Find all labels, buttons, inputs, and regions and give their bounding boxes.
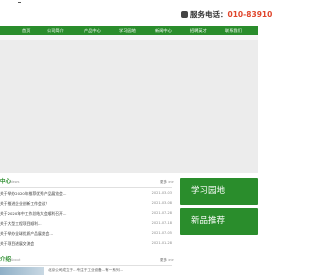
news-item[interactable]: 关于项目进展交流会 2021-01-28 [0, 239, 172, 248]
nav-item-about[interactable]: 公司简介 [47, 26, 64, 35]
promo-new-products[interactable]: 新品推荐 [180, 208, 258, 235]
news-item-title[interactable]: 关于推进企业创新工作会议！ [0, 199, 49, 208]
news-more-link[interactable]: 更多 >> [160, 178, 174, 187]
news-item[interactable]: 关于举办2020年推荐优秀产品展览会... 2021-03-03 [0, 189, 172, 198]
nav-item-home[interactable]: 首页 [22, 26, 30, 35]
news-item-title[interactable]: 关于项目进展交流会 [0, 239, 34, 248]
nav-item-learning[interactable]: 学习园地 [119, 26, 136, 35]
main-nav: 首页 公司简介 产品中心 学习园地 新闻中心 招聘英才 联系我们 [0, 26, 258, 35]
news-item-title[interactable]: 关于大型工程项目顺利... [0, 219, 42, 228]
news-item-title[interactable]: 关于2020年中工作总结大会顺利召开... [0, 209, 66, 218]
news-item-date: 2021-01-28 [151, 241, 172, 245]
news-item[interactable]: 关于大型工程项目顺利... 2021-07-18 [0, 219, 172, 228]
news-item-date: 2021-03-08 [151, 201, 172, 205]
hotline: 服务电话： 010-83910 [181, 9, 272, 20]
about-section-subtitle: About [10, 258, 21, 262]
promo-learning-label: 学习园地 [191, 186, 226, 196]
hotline-label: 服务电话： [190, 10, 228, 19]
news-item[interactable]: 关于2020年中工作总结大会顺利召开... 2021-07-28 [0, 209, 172, 218]
about-header [0, 256, 172, 266]
nav-item-news[interactable]: 新闻中心 [155, 26, 172, 35]
phone-icon [181, 11, 188, 18]
nav-item-products[interactable]: 产品中心 [84, 26, 101, 35]
news-item-date: 2021-03-03 [151, 191, 172, 195]
hotline-number: 010-83910 [227, 10, 273, 19]
news-item-date: 2021-07-28 [151, 211, 172, 215]
top-mark [18, 2, 21, 3]
about-more-link[interactable]: 更多 >> [160, 256, 174, 265]
nav-item-contact[interactable]: 联系我们 [225, 26, 242, 35]
news-item-date: 2021-07-18 [151, 221, 172, 225]
banner-top-strip [0, 35, 258, 40]
promo-learning[interactable]: 学习园地 [180, 178, 258, 205]
nav-item-jobs[interactable]: 招聘英才 [190, 26, 207, 35]
promo-new-products-label: 新品推荐 [191, 216, 226, 226]
news-item-date: 2021-07-05 [151, 231, 172, 235]
banner [0, 35, 258, 173]
news-item-title[interactable]: 关于举办2020年推荐优秀产品展览会... [0, 189, 66, 198]
news-item[interactable]: 关于举办全球优质产品展览会... 2021-07-05 [0, 229, 172, 238]
news-section-subtitle: News [10, 180, 20, 184]
about-text: 北京公司成立于...专注于工业设备...有一系列... [48, 268, 123, 272]
news-header [0, 178, 172, 188]
news-item-title[interactable]: 关于举办全球优质产品展览会... [0, 229, 53, 238]
news-item[interactable]: 关于推进企业创新工作会议！ 2021-03-08 [0, 199, 172, 208]
about-image [0, 267, 44, 275]
